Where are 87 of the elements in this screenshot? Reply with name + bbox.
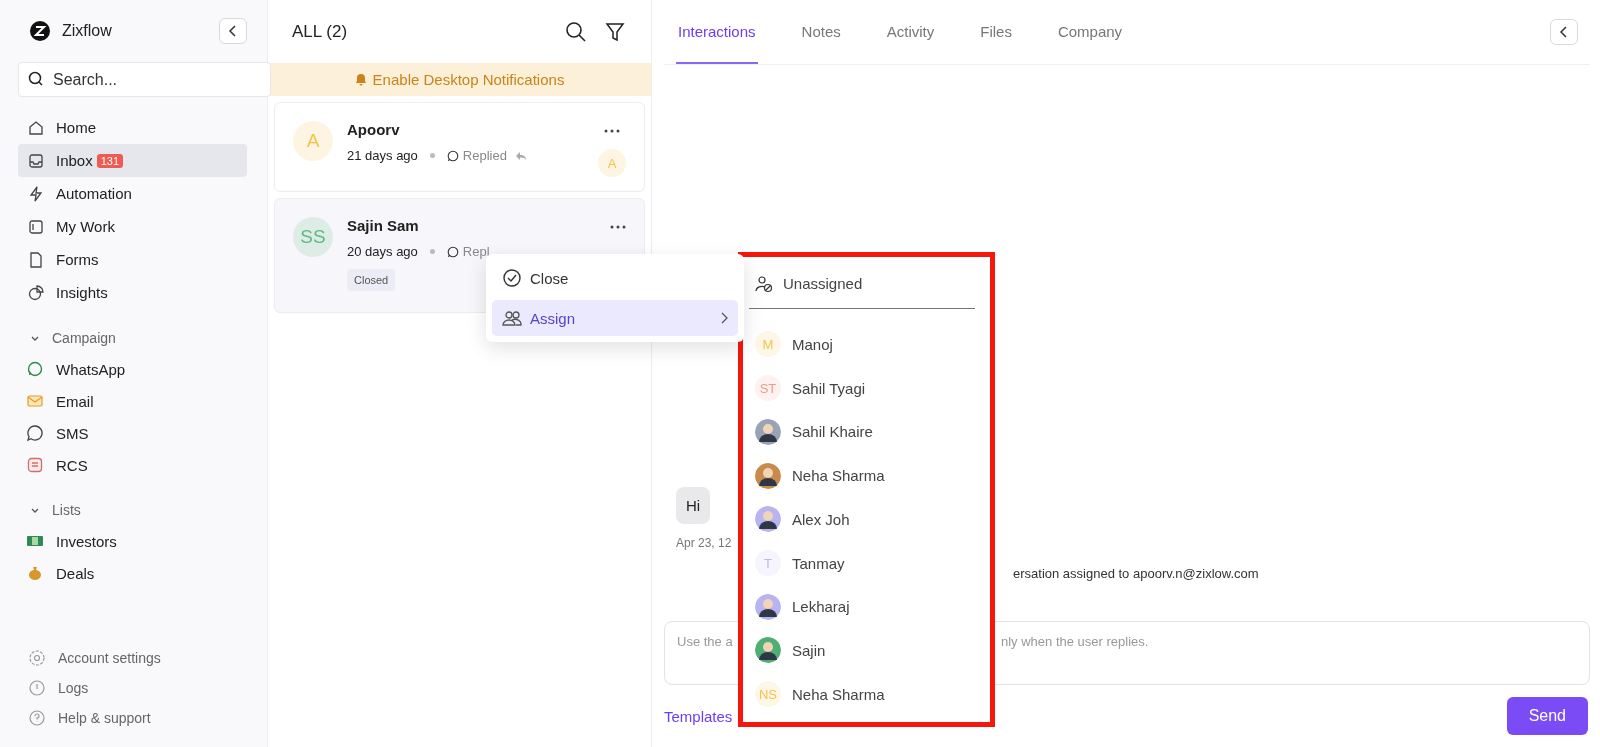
search-icon[interactable] bbox=[565, 20, 587, 43]
clock-icon bbox=[28, 679, 46, 697]
whatsapp-icon bbox=[26, 360, 44, 378]
section-toggle[interactable]: Campaign bbox=[18, 323, 247, 353]
nav-item[interactable]: Forms bbox=[18, 243, 247, 276]
home-icon bbox=[28, 119, 44, 136]
message-time: Apr 23, 12 bbox=[676, 536, 732, 550]
sidebar-item[interactable]: RCS bbox=[18, 449, 247, 481]
whatsapp-icon bbox=[446, 245, 459, 258]
money-bag-icon bbox=[26, 564, 44, 582]
initials-avatar: SS bbox=[293, 217, 333, 257]
message-icon bbox=[26, 456, 44, 474]
help-icon bbox=[28, 709, 46, 727]
brand-name: Zixflow bbox=[62, 22, 113, 40]
tab[interactable]: Interactions bbox=[676, 0, 758, 64]
initials-avatar: NS bbox=[755, 681, 781, 708]
sidebar-item[interactable]: Investors bbox=[18, 525, 247, 557]
bolt-icon bbox=[28, 185, 44, 202]
initials-avatar: T bbox=[755, 550, 781, 576]
nav-item[interactable]: My Work bbox=[18, 210, 247, 243]
bell-icon bbox=[354, 73, 367, 86]
envelope-icon bbox=[26, 392, 44, 410]
time-ago: 21 days ago bbox=[347, 148, 418, 163]
tab[interactable]: Company bbox=[1055, 0, 1125, 64]
nav-item[interactable]: Home bbox=[18, 111, 247, 144]
send-button[interactable]: Send bbox=[1506, 697, 1588, 735]
filter-icon[interactable] bbox=[605, 21, 625, 42]
gear-icon bbox=[28, 649, 46, 667]
pie-icon bbox=[28, 284, 44, 301]
conversation-card[interactable]: A Apoorv 21 days ago Replied A bbox=[274, 102, 645, 192]
count-badge: 131 bbox=[96, 153, 124, 168]
logo-icon bbox=[30, 21, 50, 41]
time-ago: 20 days ago bbox=[347, 244, 418, 259]
more-icon[interactable] bbox=[610, 225, 626, 229]
search-field[interactable]: Search... bbox=[18, 62, 271, 97]
sidebar-item[interactable]: WhatsApp bbox=[18, 353, 247, 385]
sidebar-item[interactable]: Email bbox=[18, 385, 247, 417]
contact-name: Sajin Sam bbox=[347, 217, 419, 234]
collapse-button[interactable] bbox=[219, 18, 247, 44]
system-note: ersation assigned to apoorv.n@zixlow.com bbox=[1013, 566, 1259, 581]
collapse-button[interactable] bbox=[1550, 19, 1578, 45]
work-icon bbox=[28, 218, 44, 235]
initials-avatar: A bbox=[293, 121, 333, 161]
menu-item[interactable]: M Manoj bbox=[749, 322, 975, 367]
user-blocked-icon bbox=[755, 274, 773, 293]
sidebar-item[interactable]: Deals bbox=[18, 557, 247, 589]
chevron-left-icon bbox=[1559, 26, 1569, 38]
menu-item[interactable]: Sajin bbox=[749, 628, 975, 673]
initials-avatar: M bbox=[755, 331, 781, 358]
menu-item[interactable]: Unassigned bbox=[749, 271, 975, 297]
chat-bubble-icon bbox=[26, 424, 44, 442]
menu-item[interactable]: Neha Sharma bbox=[749, 453, 975, 498]
menu-item[interactable]: ST Sahil Tyagi bbox=[749, 366, 975, 411]
doc-icon bbox=[28, 251, 44, 268]
whatsapp-icon bbox=[446, 149, 459, 162]
sidebar-item[interactable]: Logs bbox=[18, 673, 247, 703]
sidebar-item[interactable]: SMS bbox=[18, 417, 247, 449]
nav-item[interactable]: Insights bbox=[18, 276, 247, 309]
sidebar-item[interactable]: Help & support bbox=[18, 703, 247, 733]
tab[interactable]: Activity bbox=[884, 0, 937, 64]
message-bubble: Hi bbox=[676, 487, 711, 524]
list-title: ALL (2) bbox=[292, 21, 349, 42]
status-text: Repl bbox=[462, 244, 490, 259]
menu-item[interactable]: T Tanmay bbox=[749, 541, 975, 585]
menu-item[interactable]: Close bbox=[492, 260, 738, 296]
sidebar-item[interactable]: Account settings bbox=[18, 643, 247, 673]
initials-avatar: ST bbox=[755, 375, 781, 402]
nav-item[interactable]: Automation bbox=[18, 177, 247, 210]
status-text: Replied bbox=[462, 148, 507, 163]
inbox-icon bbox=[28, 152, 44, 169]
chevron-left-icon bbox=[228, 25, 238, 37]
templates-link[interactable]: Templates bbox=[664, 707, 733, 725]
menu-item[interactable]: Alex Joh bbox=[749, 497, 975, 542]
people-icon bbox=[502, 308, 522, 328]
contact-name: Apoorv bbox=[347, 121, 400, 138]
section-toggle[interactable]: Lists bbox=[18, 495, 247, 525]
more-icon[interactable] bbox=[604, 129, 620, 133]
chevron-right-icon bbox=[720, 312, 728, 324]
status-tag: Closed bbox=[347, 269, 396, 291]
tab[interactable]: Notes bbox=[799, 0, 843, 64]
assignee-avatar: A bbox=[598, 149, 626, 177]
nav-item[interactable]: Inbox 131 bbox=[18, 144, 247, 177]
menu-item[interactable]: Sahil Khaire bbox=[749, 410, 975, 454]
tab[interactable]: Files bbox=[978, 0, 1014, 64]
menu-item[interactable]: Assign bbox=[492, 300, 738, 336]
reply-icon bbox=[514, 150, 527, 161]
check-circle-icon bbox=[502, 268, 522, 288]
